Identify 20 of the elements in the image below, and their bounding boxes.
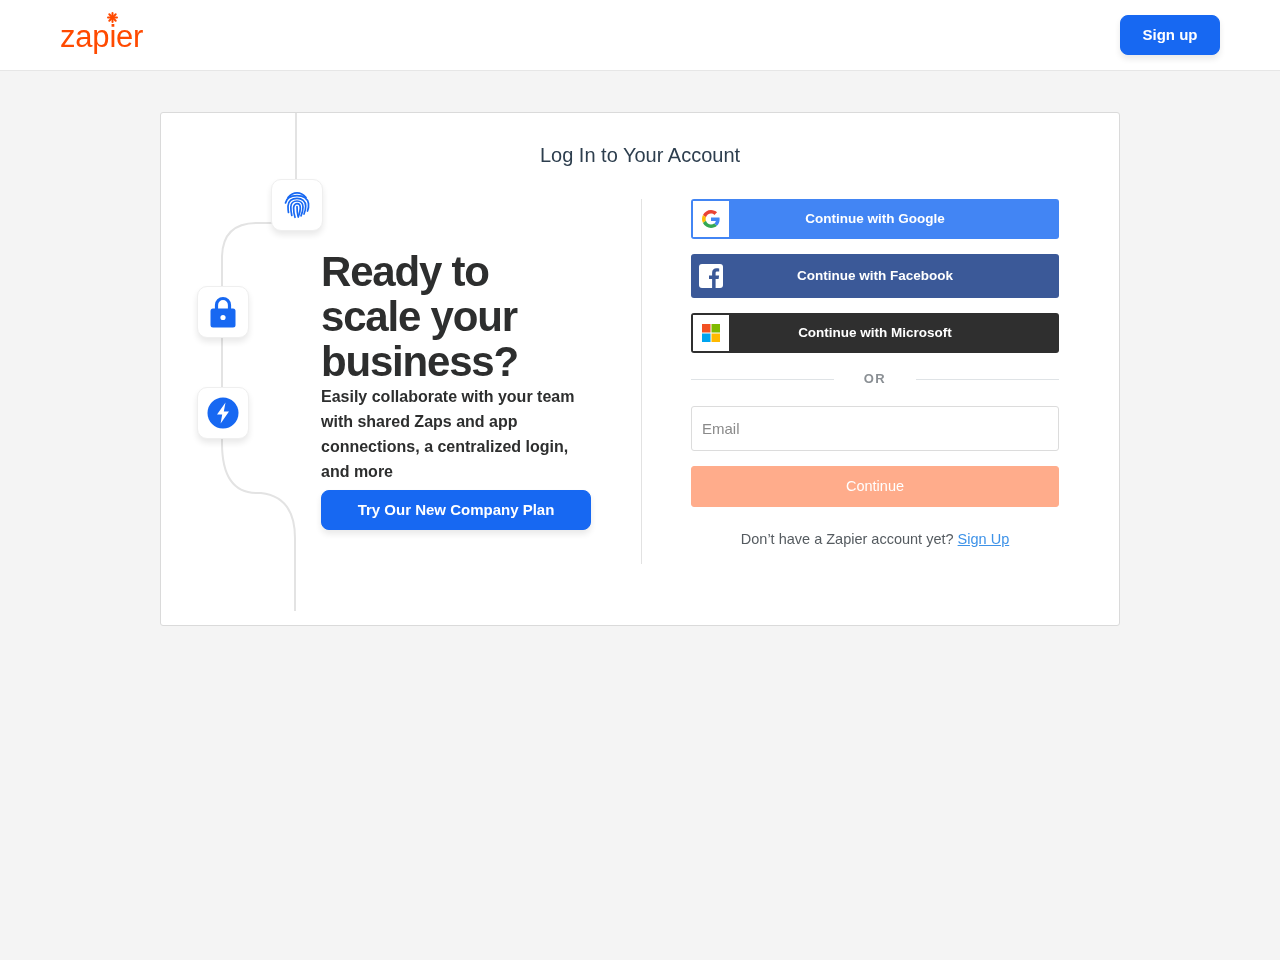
email-field[interactable]: Email [691, 406, 1059, 451]
signup-link[interactable]: Sign Up [957, 531, 1010, 547]
social-login-button[interactable]: Continue with Microsoft [691, 313, 1059, 353]
microsoft-icon [693, 315, 729, 351]
signup-button[interactable]: Sign up [1120, 15, 1220, 55]
fingerprint-icon [271, 179, 323, 231]
or-label: OR [862, 370, 888, 389]
promo-heading: Ready to scale your business? [321, 249, 519, 384]
signup-prompt: Don’t have a Zapier account yet? Sign Up [739, 530, 1011, 549]
login-title: Log In to Your Account [539, 143, 741, 168]
facebook-icon [699, 264, 723, 288]
company-plan-button[interactable]: Try Our New Company Plan [321, 490, 591, 530]
social-login-button[interactable]: Continue with Facebook [691, 254, 1059, 298]
promo-text: Easily collaborate with your team with shared Zaps and app connections, a centralized login, and more [321, 387, 576, 482]
lightning-bolt-icon [197, 387, 249, 439]
asterisk-icon [107, 11, 118, 23]
lock-icon [197, 286, 249, 338]
social-login-button[interactable]: Continue with Google [691, 199, 1059, 239]
logo-wordmark[interactable]: zapier [60, 20, 144, 52]
google-icon [693, 201, 729, 237]
